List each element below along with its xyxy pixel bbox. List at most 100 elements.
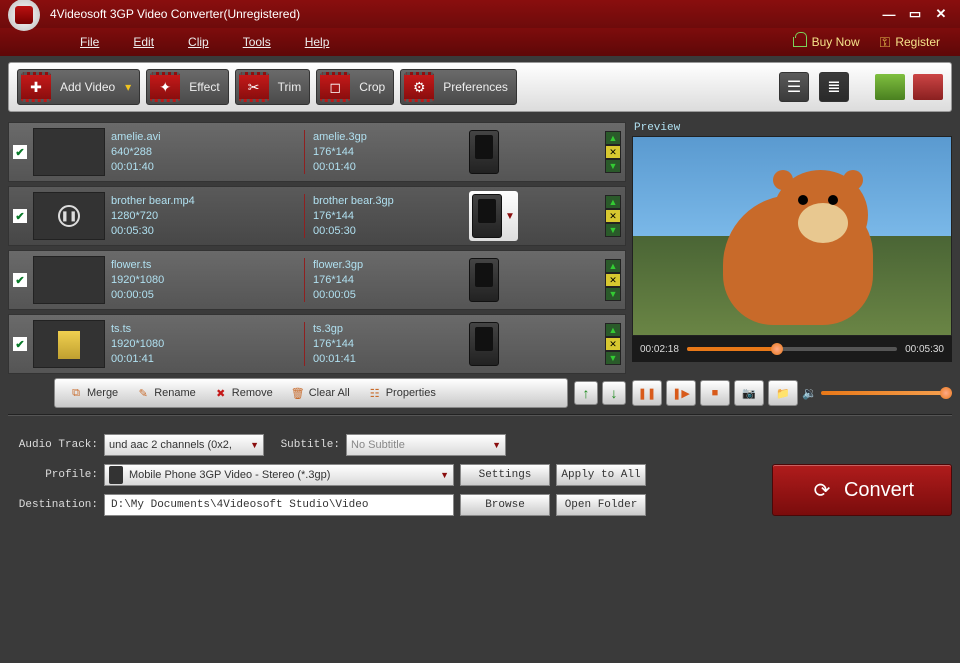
row-remove-icon[interactable]: ✕ bbox=[605, 273, 621, 287]
destination-input[interactable]: D:\My Documents\4Videosoft Studio\Video bbox=[104, 494, 454, 516]
file-row[interactable]: ✔ flower.ts1920*108000:00:05 flower.3gp1… bbox=[8, 250, 626, 310]
pause-button[interactable]: ❚❚ bbox=[632, 380, 662, 406]
view-detail-icon-button[interactable]: ≣ bbox=[819, 72, 849, 102]
snapshot-button[interactable]: 📷 bbox=[734, 380, 764, 406]
output-resolution: 176*144 bbox=[313, 337, 463, 352]
move-up-button[interactable]: ↑ bbox=[574, 381, 598, 405]
menu-edit[interactable]: Edit bbox=[133, 35, 154, 49]
rename-button[interactable]: ✎Rename bbox=[128, 382, 204, 404]
merge-button[interactable]: ⧉Merge bbox=[61, 382, 126, 404]
browse-button[interactable]: Browse bbox=[460, 494, 550, 516]
volume-slider[interactable] bbox=[821, 391, 952, 395]
maximize-button[interactable]: ▭ bbox=[908, 7, 922, 21]
separator bbox=[304, 130, 305, 174]
menu-file[interactable]: File bbox=[80, 35, 99, 49]
device-icon[interactable] bbox=[469, 258, 499, 302]
device-icon[interactable] bbox=[469, 130, 499, 174]
row-remove-icon[interactable]: ✕ bbox=[605, 337, 621, 351]
profile-combo[interactable]: Mobile Phone 3GP Video - Stereo (*.3gp)▼ bbox=[104, 464, 454, 486]
menu-clip[interactable]: Clip bbox=[188, 35, 209, 49]
move-down-button[interactable]: ↓ bbox=[602, 381, 626, 405]
source-resolution: 1280*720 bbox=[111, 209, 296, 224]
open-folder-button[interactable]: Open Folder bbox=[556, 494, 646, 516]
file-row[interactable]: ✔ ❚❚ brother bear.mp41280*72000:05:30 br… bbox=[8, 186, 626, 246]
trim-button[interactable]: ✂Trim bbox=[235, 69, 311, 105]
remove-icon: ✖ bbox=[214, 386, 228, 400]
apply-to-all-button[interactable]: Apply to All bbox=[556, 464, 646, 486]
row-checkbox[interactable]: ✔ bbox=[13, 273, 27, 287]
row-expand-up-icon[interactable]: ▲ bbox=[605, 195, 621, 209]
minimize-button[interactable]: ― bbox=[882, 7, 896, 21]
preferences-button[interactable]: ⚙Preferences bbox=[400, 69, 517, 105]
output-duration: 00:01:41 bbox=[313, 352, 463, 367]
preview-label: Preview bbox=[634, 122, 952, 134]
source-duration: 00:05:30 bbox=[111, 224, 296, 239]
register-link[interactable]: ⚿Register bbox=[880, 34, 940, 51]
file-row[interactable]: ✔ ts.ts1920*108000:01:41 ts.3gp176*14400… bbox=[8, 314, 626, 374]
thumbnail[interactable] bbox=[33, 320, 105, 368]
thumbnail[interactable] bbox=[33, 128, 105, 176]
seek-slider[interactable] bbox=[687, 347, 897, 351]
subtitle-combo[interactable]: No Subtitle▼ bbox=[346, 434, 506, 456]
row-checkbox[interactable]: ✔ bbox=[13, 337, 27, 351]
effect-button[interactable]: ✦Effect bbox=[146, 69, 228, 105]
row-expand-down-icon[interactable]: ▼ bbox=[605, 351, 621, 365]
volume-icon: 🔉 bbox=[802, 386, 817, 400]
properties-button[interactable]: ☷Properties bbox=[360, 382, 444, 404]
output-filename: brother bear.3gp bbox=[313, 194, 463, 209]
output-resolution: 176*144 bbox=[313, 209, 463, 224]
file-list: ✔ amelie.avi640*28800:01:40 amelie.3gp17… bbox=[8, 122, 626, 374]
clear-all-button[interactable]: 🗑Clear All bbox=[283, 382, 358, 404]
device-icon[interactable] bbox=[469, 322, 499, 366]
thumbnail[interactable] bbox=[33, 256, 105, 304]
add-video-button[interactable]: ✚Add Video▾ bbox=[17, 69, 140, 105]
view-list-icon-button[interactable]: ☰ bbox=[779, 72, 809, 102]
time-current: 00:02:18 bbox=[640, 344, 679, 355]
row-expand-up-icon[interactable]: ▲ bbox=[605, 323, 621, 337]
nvidia-badge bbox=[875, 74, 905, 100]
audio-track-combo[interactable]: und aac 2 channels (0x2,▼ bbox=[104, 434, 264, 456]
crop-button[interactable]: ◻Crop bbox=[316, 69, 394, 105]
device-selector[interactable]: ▼ bbox=[469, 191, 518, 241]
thumbnail[interactable]: ❚❚ bbox=[33, 192, 105, 240]
source-filename: ts.ts bbox=[111, 322, 296, 337]
menu-tools[interactable]: Tools bbox=[243, 35, 271, 49]
source-duration: 00:01:41 bbox=[111, 352, 296, 367]
convert-button[interactable]: ⟳ Convert bbox=[772, 464, 952, 516]
row-expand-down-icon[interactable]: ▼ bbox=[605, 159, 621, 173]
menu-help[interactable]: Help bbox=[305, 35, 330, 49]
output-duration: 00:00:05 bbox=[313, 288, 463, 303]
action-bar: ⧉Merge ✎Rename ✖Remove 🗑Clear All ☷Prope… bbox=[54, 378, 568, 408]
preview-screen[interactable] bbox=[632, 136, 952, 336]
row-checkbox[interactable]: ✔ bbox=[13, 209, 27, 223]
snapshot-folder-button[interactable]: 📁 bbox=[768, 380, 798, 406]
stop-button[interactable]: ■ bbox=[700, 380, 730, 406]
row-expand-up-icon[interactable]: ▲ bbox=[605, 259, 621, 273]
row-remove-icon[interactable]: ✕ bbox=[605, 145, 621, 159]
output-filename: amelie.3gp bbox=[313, 130, 463, 145]
settings-panel: Audio Track: und aac 2 channels (0x2,▼ S… bbox=[8, 434, 752, 516]
properties-icon: ☷ bbox=[368, 386, 382, 400]
row-remove-icon[interactable]: ✕ bbox=[605, 209, 621, 223]
close-button[interactable]: ✕ bbox=[934, 7, 948, 21]
row-expand-down-icon[interactable]: ▼ bbox=[605, 223, 621, 237]
key-icon: ⚿ bbox=[880, 34, 891, 51]
separator bbox=[304, 258, 305, 302]
separator bbox=[304, 194, 305, 238]
buy-now-link[interactable]: Buy Now bbox=[793, 35, 860, 49]
amd-badge bbox=[913, 74, 943, 100]
row-checkbox[interactable]: ✔ bbox=[13, 145, 27, 159]
chevron-down-icon: ▼ bbox=[246, 440, 259, 450]
row-expand-up-icon[interactable]: ▲ bbox=[605, 131, 621, 145]
settings-button[interactable]: Settings bbox=[460, 464, 550, 486]
output-resolution: 176*144 bbox=[313, 273, 463, 288]
row-expand-down-icon[interactable]: ▼ bbox=[605, 287, 621, 301]
pencil-icon: ✎ bbox=[136, 386, 150, 400]
trash-icon: 🗑 bbox=[291, 386, 305, 400]
step-button[interactable]: ❚▶ bbox=[666, 380, 696, 406]
remove-button[interactable]: ✖Remove bbox=[206, 382, 281, 404]
merge-icon: ⧉ bbox=[69, 386, 83, 400]
output-filename: ts.3gp bbox=[313, 322, 463, 337]
file-row[interactable]: ✔ amelie.avi640*28800:01:40 amelie.3gp17… bbox=[8, 122, 626, 182]
menubar: File Edit Clip Tools Help Buy Now ⚿Regis… bbox=[0, 28, 960, 56]
